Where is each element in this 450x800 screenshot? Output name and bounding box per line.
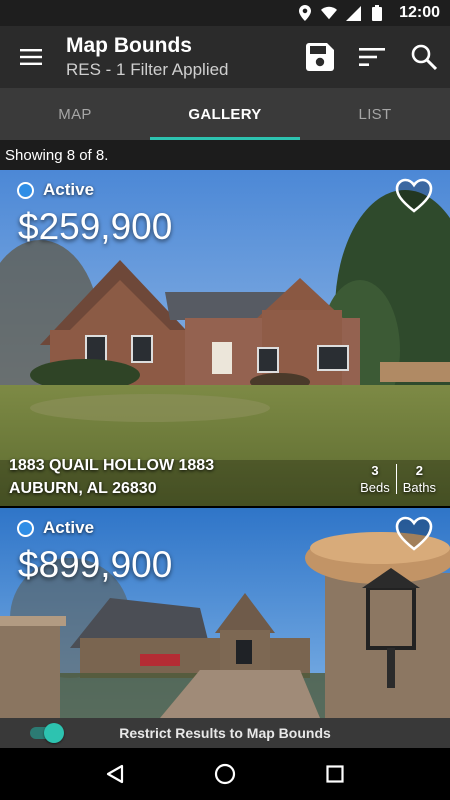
listing-status: Active xyxy=(43,180,95,199)
sort-icon xyxy=(359,48,385,66)
listing-card[interactable]: Active $899,900 xyxy=(0,508,450,718)
save-icon xyxy=(306,43,334,71)
listing-card[interactable]: Active $259,900 1883 QUAIL HOLLOW 1883 A… xyxy=(0,170,450,506)
back-button[interactable] xyxy=(91,750,139,798)
address-line-2: AUBURN, AL 26830 xyxy=(9,480,157,497)
listing-price: $259,900 xyxy=(18,206,173,247)
tab-list[interactable]: LIST xyxy=(300,88,450,140)
filter-subtitle: RES - 1 Filter Applied xyxy=(66,60,229,79)
beds-count: 3 xyxy=(371,463,379,478)
listing-photo xyxy=(0,508,450,718)
baths-stat: 2 Baths xyxy=(397,462,442,496)
wifi-icon xyxy=(321,5,338,21)
recents-icon xyxy=(326,765,344,783)
baths-label: Baths xyxy=(402,480,436,495)
restrict-bounds-label: Restrict Results to Map Bounds xyxy=(119,725,331,741)
back-icon xyxy=(106,764,124,784)
page-title: Map Bounds xyxy=(66,34,192,57)
recents-button[interactable] xyxy=(311,750,359,798)
beds-stat: 3 Beds xyxy=(354,462,396,496)
status-bar: 12:00 xyxy=(0,0,450,26)
signal-icon xyxy=(345,5,361,21)
location-icon xyxy=(297,5,313,21)
sort-button[interactable] xyxy=(346,31,398,83)
restrict-bounds-bar: Restrict Results to Map Bounds xyxy=(0,718,450,748)
search-button[interactable] xyxy=(398,31,450,83)
favorite-button[interactable] xyxy=(394,176,434,216)
beds-label: Beds xyxy=(360,480,390,495)
tab-map[interactable]: MAP xyxy=(0,88,150,140)
status-indicator xyxy=(17,181,34,199)
listing-status: Active xyxy=(43,518,95,537)
heart-outline-icon xyxy=(395,178,433,213)
baths-count: 2 xyxy=(415,463,423,478)
results-count: Showing 8 of 8. xyxy=(0,140,450,170)
system-nav-bar xyxy=(0,748,450,800)
battery-icon xyxy=(369,5,385,21)
favorite-button[interactable] xyxy=(394,514,434,554)
menu-button[interactable] xyxy=(0,26,62,88)
home-button[interactable] xyxy=(201,750,249,798)
listing-price: $899,900 xyxy=(18,544,173,585)
heart-outline-icon xyxy=(395,516,433,551)
app-bar: Map Bounds RES - 1 Filter Applied xyxy=(0,26,450,88)
status-time: 12:00 xyxy=(399,4,440,21)
listing-address: 1883 QUAIL HOLLOW 1883 AUBURN, AL 26830 xyxy=(9,454,214,500)
menu-icon xyxy=(20,49,42,65)
save-search-button[interactable] xyxy=(294,31,346,83)
address-line-1: 1883 QUAIL HOLLOW 1883 xyxy=(9,457,215,474)
view-tabs: MAP GALLERY LIST xyxy=(0,88,450,140)
listing-stats: 3 Beds 2 Baths xyxy=(354,462,442,496)
search-icon xyxy=(411,44,437,70)
tab-gallery[interactable]: GALLERY xyxy=(150,88,300,140)
home-icon xyxy=(214,763,236,785)
status-indicator xyxy=(17,519,34,537)
